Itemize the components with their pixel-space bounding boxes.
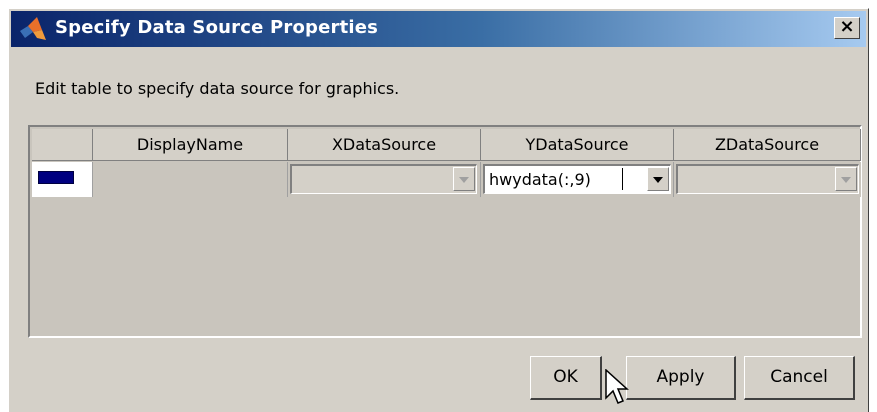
chevron-down-icon [653, 177, 663, 183]
dialog-window: Specify Data Source Properties × Edit ta… [8, 8, 869, 412]
xdatasource-dropdown[interactable] [290, 164, 477, 194]
zdatasource-dropdown[interactable] [676, 164, 859, 194]
ydatasource-cell: hwydata(:,9) [481, 162, 674, 197]
ydatasource-dropdown[interactable]: hwydata(:,9) [483, 164, 671, 194]
matlab-logo-icon [20, 17, 46, 40]
chevron-down-icon [841, 177, 851, 183]
displayname-cell[interactable] [93, 162, 288, 197]
apply-button[interactable]: Apply [626, 356, 736, 400]
column-header-displayname[interactable]: DisplayName [93, 129, 288, 161]
column-header-ydatasource[interactable]: YDataSource [481, 129, 674, 161]
column-header-xdatasource[interactable]: XDataSource [288, 129, 481, 161]
zdatasource-dropdown-button[interactable] [835, 167, 857, 191]
data-source-table: DisplayName XDataSource YDataSource ZDat… [28, 125, 862, 338]
xdatasource-dropdown-button[interactable] [453, 167, 475, 191]
xdatasource-cell [288, 162, 481, 197]
mouse-pointer-icon [605, 369, 629, 404]
instructions-text: Edit table to specify data source for gr… [35, 79, 400, 98]
close-button[interactable]: × [834, 17, 860, 39]
column-header-zdatasource[interactable]: ZDataSource [674, 129, 861, 161]
line-color-swatch [38, 171, 74, 184]
text-caret [622, 168, 623, 190]
zdatasource-cell [674, 162, 861, 197]
ydatasource-dropdown-button[interactable] [647, 167, 669, 191]
ok-button[interactable]: OK [530, 356, 602, 400]
ydatasource-value[interactable]: hwydata(:,9) [489, 169, 591, 191]
chevron-down-icon [459, 177, 469, 183]
close-icon: × [839, 16, 855, 37]
row-color-cell[interactable] [32, 162, 93, 197]
title-bar[interactable]: Specify Data Source Properties × [11, 11, 866, 47]
column-header-corner [32, 129, 93, 161]
cancel-button[interactable]: Cancel [744, 356, 855, 400]
window-title: Specify Data Source Properties [55, 17, 379, 38]
